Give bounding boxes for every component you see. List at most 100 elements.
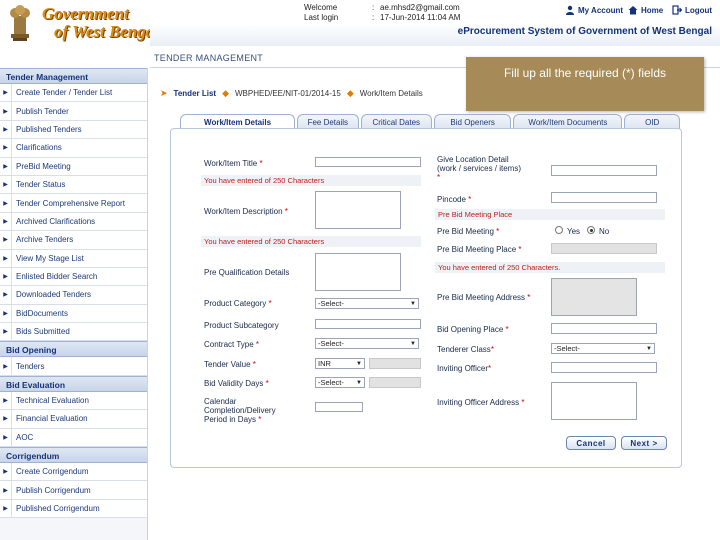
chevron-right-icon: ▶ bbox=[0, 286, 12, 304]
tender-value-input[interactable] bbox=[369, 358, 421, 369]
sidebar-section-bid-evaluation[interactable]: Bid Evaluation bbox=[0, 375, 147, 392]
work-item-form: Work/Item Title * You have entered of 25… bbox=[170, 128, 682, 468]
tender-value-label: Tender Value * bbox=[204, 360, 256, 369]
home-icon bbox=[628, 6, 638, 15]
sidebar-item-label: Archived Clarifications bbox=[16, 216, 96, 226]
chevron-right-icon: ▶ bbox=[0, 212, 12, 231]
last-login-value: 17-Jun-2014 11:04 AM bbox=[380, 13, 461, 22]
chevron-right-icon: ▶ bbox=[0, 175, 12, 194]
system-title: eProcurement System of Government of Wes… bbox=[457, 26, 712, 37]
cancel-button[interactable]: Cancel bbox=[566, 436, 616, 450]
sidebar-item-my-stage-list[interactable]: ▶ View My Stage List bbox=[0, 249, 147, 268]
sidebar-item-comprehensive-report[interactable]: ▶ Tender Comprehensive Report bbox=[0, 194, 147, 213]
tab-fee-details[interactable]: Fee Details bbox=[297, 114, 359, 129]
sidebar-section-tender-management[interactable]: Tender Management bbox=[0, 68, 147, 84]
logout-link[interactable]: Logout bbox=[672, 5, 712, 15]
tab-oid[interactable]: OID bbox=[624, 114, 680, 129]
tab-work-item-details[interactable]: Work/Item Details bbox=[180, 114, 296, 129]
tenderer-class-label: Tenderer Class* bbox=[437, 345, 494, 354]
tab-work-item-documents[interactable]: Work/Item Documents bbox=[513, 114, 623, 129]
sidebar-section-corrigendum[interactable]: Corrigendum bbox=[0, 447, 147, 464]
sidebar-item-opening-tenders[interactable]: ▶ Tenders bbox=[0, 357, 147, 376]
inviting-officer-input[interactable] bbox=[551, 362, 657, 373]
bid-opening-place-input[interactable] bbox=[551, 323, 657, 334]
breadcrumb-tender-ref[interactable]: WBPHED/EE/NIT-01/2014-15 bbox=[235, 89, 341, 98]
prebid-yes-radio[interactable] bbox=[555, 226, 563, 234]
next-button[interactable]: Next > bbox=[621, 436, 667, 450]
my-account-link[interactable]: My Account bbox=[565, 5, 623, 15]
location-detail-label: Give Location Detail (work / services / … bbox=[437, 155, 522, 182]
sidebar-item-financial-evaluation[interactable]: ▶ Financial Evaluation bbox=[0, 410, 147, 429]
product-category-label: Product Category * bbox=[204, 299, 272, 308]
product-subcategory-label: Product Subcategory bbox=[204, 321, 279, 330]
sidebar-item-published-tenders[interactable]: ▶ Published Tenders bbox=[0, 120, 147, 140]
prebid-no-label: No bbox=[599, 227, 610, 236]
work-item-description-textarea[interactable] bbox=[315, 191, 401, 229]
my-account-label: My Account bbox=[578, 5, 624, 15]
prebid-address-textarea[interactable] bbox=[551, 278, 637, 316]
sidebar-item-label: Archive Tenders bbox=[16, 235, 74, 245]
tab-bid-openers[interactable]: Bid Openers bbox=[433, 114, 512, 129]
sidebar-item-archive-tenders[interactable]: ▶ Archive Tenders bbox=[0, 231, 147, 250]
tenderer-class-select[interactable]: -Select- ▼ bbox=[551, 343, 655, 354]
chevron-right-icon: ▶ bbox=[0, 428, 12, 447]
sidebar-item-aoc[interactable]: ▶ AOC bbox=[0, 428, 147, 448]
tab-critical-dates[interactable]: Critical Dates bbox=[360, 114, 432, 129]
inviting-officer-label: Inviting Officer* bbox=[437, 364, 492, 373]
chevron-down-icon: ▼ bbox=[410, 340, 416, 347]
sidebar-item-label: Create Tender / Tender List bbox=[16, 88, 113, 98]
chevron-right-icon: ▶ bbox=[0, 84, 12, 102]
product-subcategory-input[interactable] bbox=[315, 319, 421, 329]
sidebar-item-prebid-meeting[interactable]: ▶ PreBid Meeting bbox=[0, 157, 147, 176]
char-count-note: You have entered of 250 Characters. bbox=[435, 262, 665, 273]
prebid-no-radio[interactable] bbox=[587, 226, 595, 234]
work-item-description-label: Work/Item Description * bbox=[204, 207, 288, 216]
product-category-select[interactable]: -Select- ▼ bbox=[315, 298, 419, 309]
logout-label: Logout bbox=[685, 5, 713, 15]
char-count-note: You have entered of 250 Characters bbox=[201, 236, 421, 247]
sidebar-item-bids-submitted[interactable]: ▶ Bids Submitted bbox=[0, 323, 147, 342]
sidebar-item-create-corrigendum[interactable]: ▶ Create Corrigendum bbox=[0, 463, 147, 482]
pre-qualification-textarea[interactable] bbox=[315, 253, 401, 291]
location-detail-input[interactable] bbox=[551, 165, 657, 176]
pincode-input[interactable] bbox=[551, 192, 657, 203]
sidebar-item-label: Clarifications bbox=[16, 143, 62, 153]
sidebar-item-archived-clarifications[interactable]: ▶ Archived Clarifications bbox=[0, 212, 147, 232]
work-item-title-input[interactable] bbox=[315, 157, 421, 167]
header: Government of West Bengal Welcome : ae.m… bbox=[0, 0, 720, 46]
sidebar-item-label: Enlisted Bidder Search bbox=[16, 272, 98, 282]
sidebar-item-clarifications[interactable]: ▶ Clarifications bbox=[0, 139, 147, 158]
sidebar-item-downloaded-tenders[interactable]: ▶ Downloaded Tenders bbox=[0, 286, 147, 305]
govt-logo-line2: of West Bengal bbox=[54, 22, 160, 41]
home-link[interactable]: Home bbox=[628, 5, 663, 15]
inviting-officer-address-textarea[interactable] bbox=[551, 382, 637, 420]
sidebar-item-enlisted-bidder-search[interactable]: ▶ Enlisted Bidder Search bbox=[0, 267, 147, 287]
chevron-right-icon: ▶ bbox=[0, 157, 12, 175]
govt-logo-line1: Government bbox=[42, 4, 129, 23]
breadcrumb-tender-list[interactable]: Tender List bbox=[174, 89, 217, 98]
arrow-right-icon: ◆ bbox=[346, 88, 354, 98]
prebid-place-input[interactable] bbox=[551, 243, 657, 254]
sidebar-item-tender-status[interactable]: ▶ Tender Status bbox=[0, 175, 147, 195]
sidebar-item-published-corrigendum[interactable]: ▶ Published Corrigendum bbox=[0, 499, 147, 519]
page-title: TENDER MANAGEMENT bbox=[154, 53, 264, 63]
sidebar-item-bid-documents[interactable]: ▶ BidDocuments bbox=[0, 304, 147, 324]
chevron-right-icon: ▶ bbox=[0, 499, 12, 518]
sidebar-item-label: Tender Comprehensive Report bbox=[16, 198, 125, 208]
contract-type-select[interactable]: -Select- ▼ bbox=[315, 338, 419, 349]
bid-validity-select[interactable]: -Select- ▼ bbox=[315, 377, 365, 388]
sidebar-item-publish-tender[interactable]: ▶ Publish Tender bbox=[0, 102, 147, 121]
welcome-email: ae.mhsd2@gmail.com bbox=[380, 3, 460, 12]
sidebar-item-technical-evaluation[interactable]: ▶ Technical Evaluation bbox=[0, 391, 147, 411]
completion-period-input[interactable] bbox=[315, 402, 363, 412]
last-login-label: Last login bbox=[304, 13, 339, 22]
prebid-meeting-label: Pre Bid Meeting * bbox=[437, 227, 500, 236]
chevron-right-icon: ▶ bbox=[0, 120, 12, 139]
sidebar-item-label: BidDocuments bbox=[16, 308, 69, 318]
sidebar-section-bid-opening[interactable]: Bid Opening bbox=[0, 341, 147, 358]
currency-select[interactable]: INR ▼ bbox=[315, 358, 365, 369]
sidebar-item-publish-corrigendum[interactable]: ▶ Publish Corrigendum bbox=[0, 481, 147, 500]
sidebar-item-create-tender[interactable]: ▶ Create Tender / Tender List bbox=[0, 84, 147, 103]
sidebar-item-label: PreBid Meeting bbox=[16, 161, 71, 171]
sidebar-item-label: Published Tenders bbox=[16, 124, 82, 134]
